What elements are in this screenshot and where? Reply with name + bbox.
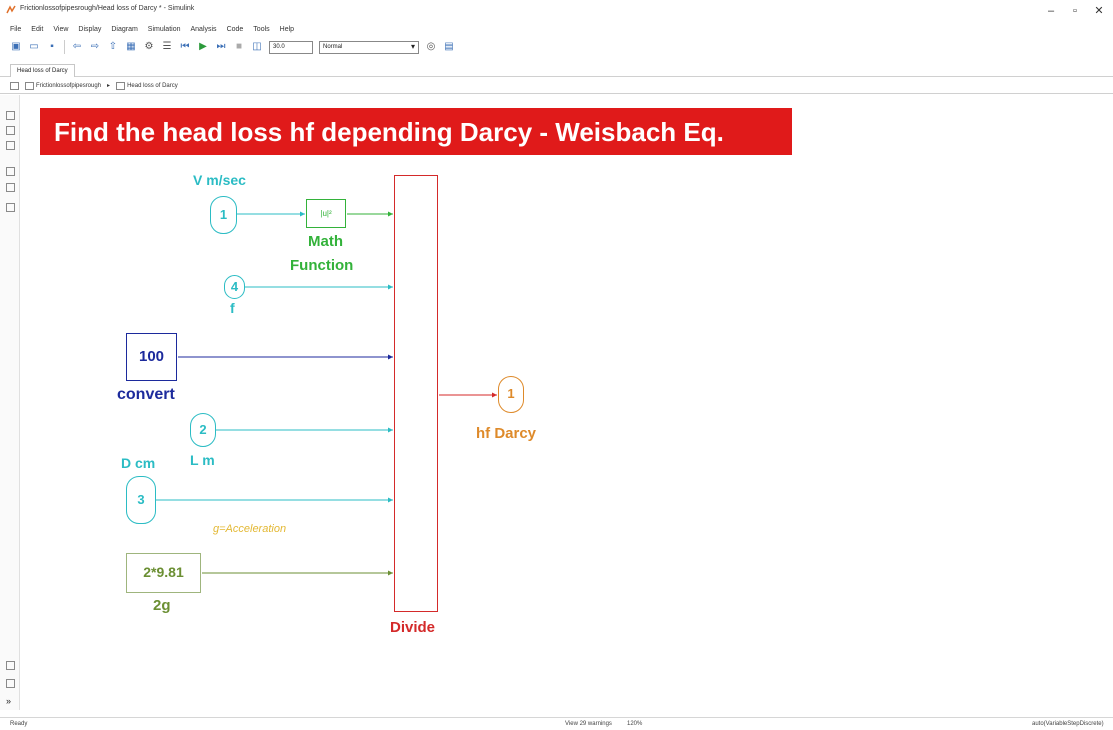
math-function-label-2: Function xyxy=(290,257,354,274)
inport-d-label: D cm xyxy=(121,455,156,471)
divide-label: Divide xyxy=(390,619,436,636)
math-function-label-1: Math xyxy=(308,233,343,250)
inport-v-label: V m/sec xyxy=(193,172,246,188)
inport-f-block[interactable]: 4 xyxy=(224,275,245,299)
constant-2g-block[interactable]: 2*9.81 xyxy=(126,553,201,593)
outport-hf-label: hf Darcy xyxy=(476,425,537,442)
acceleration-note[interactable]: g=Acceleration xyxy=(213,523,286,535)
inport-l-label: L m xyxy=(190,452,215,468)
math-function-block[interactable]: |u|² xyxy=(306,199,346,228)
outport-hf-block[interactable]: 1 xyxy=(498,376,524,413)
inport-f-label: f xyxy=(230,300,235,316)
inport-l-block[interactable]: 2 xyxy=(190,413,216,447)
divide-block[interactable] xyxy=(394,175,438,612)
inport-v-block[interactable]: 1 xyxy=(210,196,237,234)
constant-convert-block[interactable]: 100 xyxy=(126,333,177,381)
inport-d-block[interactable]: 3 xyxy=(126,476,156,524)
constant-2g-label: 2g xyxy=(153,597,171,614)
constant-convert-label: convert xyxy=(117,386,175,403)
